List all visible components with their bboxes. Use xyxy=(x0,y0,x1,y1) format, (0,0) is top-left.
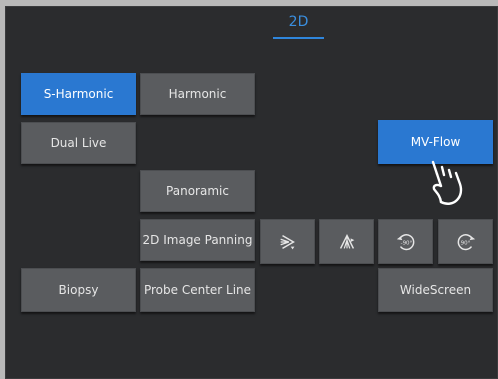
rotate-plus-90-icon: 90° xyxy=(457,233,475,250)
s-harmonic-button[interactable]: S-Harmonic xyxy=(21,73,136,115)
flip-vertical-button[interactable] xyxy=(319,219,374,264)
dual-live-button[interactable]: Dual Live xyxy=(21,122,136,164)
widescreen-button[interactable]: WideScreen xyxy=(378,268,493,312)
pointing-hand-icon xyxy=(431,160,463,205)
rotate-minus-90-button[interactable]: -90° xyxy=(378,219,433,264)
rotate-plus-90-button[interactable]: 90° xyxy=(438,219,493,264)
svg-text:90°: 90° xyxy=(460,240,470,246)
flip-horizontal-icon xyxy=(279,234,295,249)
rotate-minus-90-icon: -90° xyxy=(396,233,414,250)
tab-underline xyxy=(273,37,324,39)
flip-vertical-icon xyxy=(339,233,354,249)
tab-2d[interactable]: 2D xyxy=(273,14,324,30)
biopsy-button[interactable]: Biopsy xyxy=(21,268,136,312)
svg-text:-90°: -90° xyxy=(400,240,412,246)
harmonic-button[interactable]: Harmonic xyxy=(140,73,255,115)
2d-image-panning-button[interactable]: 2D Image Panning xyxy=(140,219,255,261)
flip-horizontal-button[interactable] xyxy=(260,219,315,264)
panoramic-button[interactable]: Panoramic xyxy=(140,170,255,212)
probe-center-line-button[interactable]: Probe Center Line xyxy=(140,268,255,312)
